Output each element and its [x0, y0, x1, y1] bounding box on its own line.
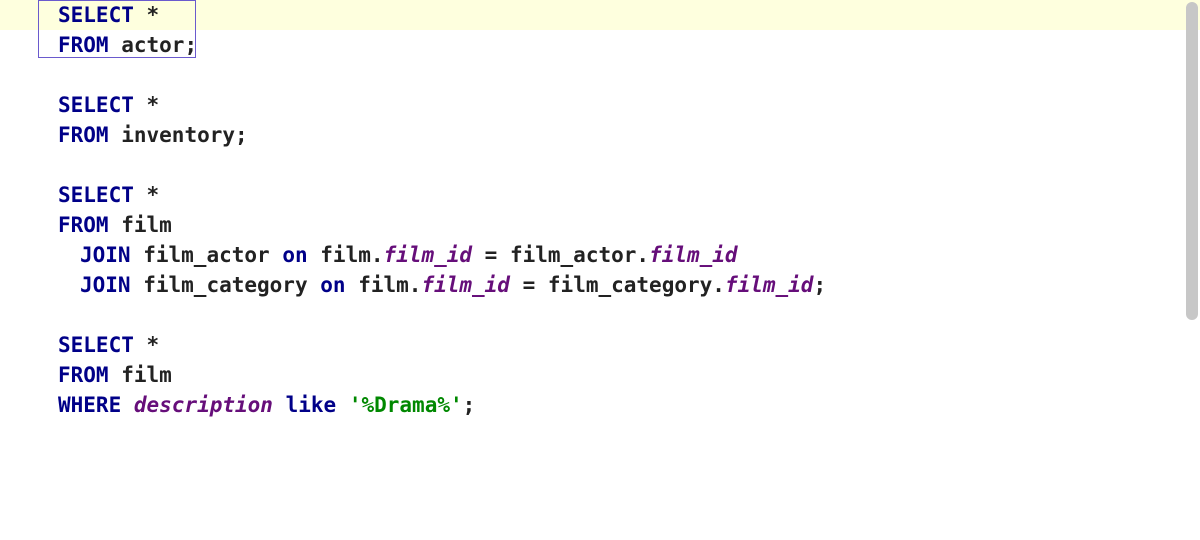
token-ident: film_category [548, 273, 712, 297]
token-ident: film_actor [510, 243, 636, 267]
token-star: * [147, 183, 160, 207]
token-punct [121, 393, 134, 417]
code-line-12[interactable]: SELECT * [0, 330, 1200, 360]
token-punct [131, 273, 144, 297]
token-kw: SELECT [58, 183, 134, 207]
token-kw: SELECT [58, 93, 134, 117]
token-op-kw: on [282, 243, 307, 267]
code-line-10[interactable]: JOIN film_category on film.film_id = fil… [0, 270, 1200, 300]
token-punct: = [510, 273, 548, 297]
code-line-5[interactable]: FROM inventory; [0, 120, 1200, 150]
token-kw: FROM [58, 213, 109, 237]
token-kw: JOIN [80, 273, 131, 297]
token-punct [134, 333, 147, 357]
code-line-14[interactable]: WHERE description like '%Drama%'; [0, 390, 1200, 420]
token-punct [109, 363, 122, 387]
token-star: * [147, 3, 160, 27]
token-kw: SELECT [58, 333, 134, 357]
token-ident: film_actor [143, 243, 269, 267]
token-punct [336, 393, 349, 417]
sql-editor[interactable]: SELECT *FROM actor;SELECT *FROM inventor… [0, 0, 1200, 540]
token-punct: ; [813, 273, 826, 297]
token-kw: FROM [58, 33, 109, 57]
token-col: film_id [421, 273, 510, 297]
token-punct: . [371, 243, 384, 267]
token-kw: JOIN [80, 243, 131, 267]
token-punct [134, 93, 147, 117]
code-line-13[interactable]: FROM film [0, 360, 1200, 390]
token-punct [270, 243, 283, 267]
token-punct [109, 33, 122, 57]
token-ident: actor [121, 33, 184, 57]
token-ident: film [121, 213, 172, 237]
token-col: film_id [649, 243, 738, 267]
token-star: * [147, 93, 160, 117]
token-kw: SELECT [58, 3, 134, 27]
token-col: description [134, 393, 273, 417]
token-str: '%Drama%' [349, 393, 463, 417]
token-col: film_id [725, 273, 814, 297]
token-punct [134, 183, 147, 207]
token-punct [273, 393, 286, 417]
token-kw: FROM [58, 363, 109, 387]
code-line-11[interactable] [0, 300, 1200, 330]
token-kw: FROM [58, 123, 109, 147]
code-line-4[interactable]: SELECT * [0, 90, 1200, 120]
token-kw: WHERE [58, 393, 121, 417]
token-ident: film [320, 243, 371, 267]
token-punct [346, 273, 359, 297]
code-line-2[interactable]: FROM actor; [0, 30, 1200, 60]
token-star: * [147, 333, 160, 357]
code-line-8[interactable]: FROM film [0, 210, 1200, 240]
token-punct [308, 273, 321, 297]
token-punct: ; [235, 123, 248, 147]
token-punct [109, 213, 122, 237]
token-op-kw: on [320, 273, 345, 297]
code-line-7[interactable]: SELECT * [0, 180, 1200, 210]
code-line-3[interactable] [0, 60, 1200, 90]
token-punct [134, 3, 147, 27]
code-line-6[interactable] [0, 150, 1200, 180]
token-col: film_id [384, 243, 473, 267]
token-punct: = [472, 243, 510, 267]
code-line-1[interactable]: SELECT * [0, 0, 1200, 30]
vertical-scrollbar[interactable] [1186, 2, 1198, 320]
token-ident: film_category [143, 273, 307, 297]
token-punct [131, 243, 144, 267]
token-punct: . [712, 273, 725, 297]
token-punct: ; [463, 393, 476, 417]
token-punct [308, 243, 321, 267]
token-punct: . [636, 243, 649, 267]
token-op-kw: like [286, 393, 337, 417]
token-ident: inventory [121, 123, 235, 147]
token-punct: ; [184, 33, 197, 57]
token-ident: film [358, 273, 409, 297]
code-line-9[interactable]: JOIN film_actor on film.film_id = film_a… [0, 240, 1200, 270]
token-ident: film [121, 363, 172, 387]
token-punct [109, 123, 122, 147]
token-punct: . [409, 273, 422, 297]
